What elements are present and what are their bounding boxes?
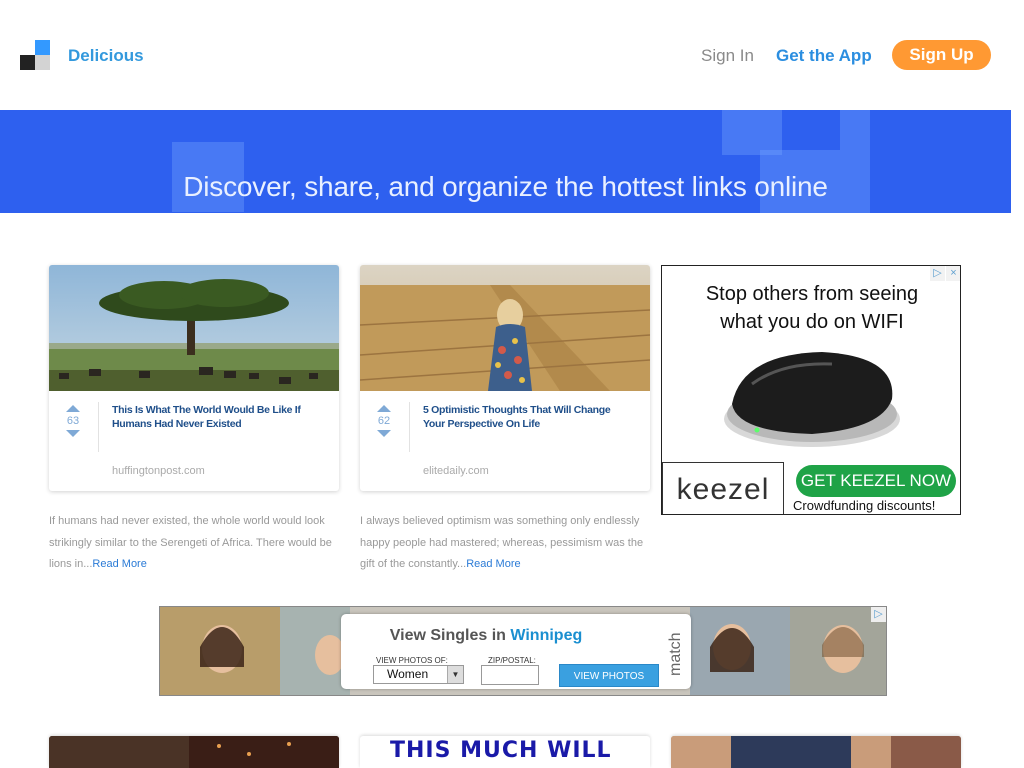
- get-the-app-link[interactable]: Get the App: [776, 46, 872, 66]
- logo-square-black: [20, 55, 35, 70]
- match-city: Winnipeg: [510, 627, 583, 644]
- hero-decor-block: [840, 110, 870, 150]
- card-title-link[interactable]: 5 Optimistic Thoughts That Will Change Y…: [423, 403, 633, 431]
- card-description: If humans had never existed, the whole w…: [49, 511, 344, 576]
- downvote-icon[interactable]: [66, 430, 80, 437]
- upvote-icon[interactable]: [66, 405, 80, 412]
- divider: [98, 402, 99, 452]
- get-keezel-button[interactable]: GET KEEZEL NOW: [796, 465, 956, 497]
- card-domain-link[interactable]: huffingtonpost.com: [112, 465, 205, 477]
- vote-count: 63: [66, 415, 80, 427]
- page: Delicious Sign In Get the App Sign Up Di…: [0, 0, 1024, 768]
- card-title-link[interactable]: This Is What The World Would Be Like If …: [112, 403, 322, 431]
- match-logo: match: [667, 632, 684, 676]
- brand-name-link[interactable]: Delicious: [68, 46, 144, 66]
- ad-headline-line: Stop others from seeing: [705, 283, 919, 305]
- photos-of-label: VIEW PHOTOS OF:: [376, 656, 448, 665]
- upvote-icon[interactable]: [377, 405, 391, 412]
- hero-decor-block: [722, 110, 782, 155]
- adchoices-icon[interactable]: ▷: [930, 266, 945, 281]
- divider: [409, 402, 410, 452]
- teaser-image: [49, 736, 339, 768]
- next-card-teaser[interactable]: THIS MUCH WILL: [360, 736, 650, 768]
- teaser-image: [671, 736, 961, 768]
- link-card[interactable]: 62 5 Optimistic Thoughts That Will Chang…: [360, 265, 650, 491]
- zip-input[interactable]: [481, 665, 539, 685]
- zip-label: ZIP/POSTAL:: [488, 656, 536, 665]
- next-card-teaser[interactable]: [671, 736, 961, 768]
- logo-square-blue: [35, 40, 50, 55]
- card-image-serengeti[interactable]: [49, 265, 339, 391]
- match-title-prefix: View Singles in: [389, 627, 511, 644]
- close-ad-icon[interactable]: ×: [946, 266, 960, 281]
- hero-tagline: Discover, share, and organize the hottes…: [183, 171, 828, 202]
- top-header: Delicious Sign In Get the App Sign Up: [0, 0, 1011, 110]
- card-description: I always believed optimism was something…: [360, 511, 655, 576]
- read-more-link[interactable]: Read More: [92, 558, 146, 570]
- downvote-icon[interactable]: [377, 430, 391, 437]
- next-card-teaser[interactable]: [49, 736, 339, 768]
- view-photos-button[interactable]: VIEW PHOTOS: [559, 664, 659, 687]
- ad-subtext: Crowdfunding discounts!: [793, 498, 936, 513]
- keezel-ad[interactable]: ▷ × Stop others from seeing what you do …: [661, 265, 961, 515]
- ad-headline-line: what you do on WIFI: [720, 311, 904, 333]
- dropdown-arrow-icon: ▼: [447, 666, 463, 683]
- gender-select-value: Women: [387, 667, 429, 681]
- card-domain-link[interactable]: elitedaily.com: [423, 465, 489, 477]
- vote-widget: 62: [374, 405, 394, 437]
- delicious-logo-icon[interactable]: [20, 40, 50, 70]
- match-panel-title: View Singles in Winnipeg: [341, 627, 631, 645]
- card-image-woman-in-field[interactable]: [360, 265, 650, 391]
- read-more-link[interactable]: Read More: [466, 558, 520, 570]
- keezel-device-image: [724, 352, 900, 447]
- sign-up-button[interactable]: Sign Up: [892, 40, 991, 70]
- teaser-text: THIS MUCH WILL: [390, 738, 612, 763]
- gender-select[interactable]: Women ▼: [373, 665, 464, 684]
- vote-count: 62: [377, 415, 391, 427]
- logo-square-gray: [35, 55, 50, 70]
- ad-headline: Stop others from seeing what you do on W…: [662, 280, 960, 336]
- hero-banner: Discover, share, and organize the hottes…: [0, 110, 1011, 213]
- match-banner-ad[interactable]: ▷ View Singles in Winnipeg VIEW PHOTOS O…: [159, 606, 887, 696]
- sign-in-link[interactable]: Sign In: [701, 46, 754, 66]
- keezel-logo: keezel: [662, 462, 784, 514]
- match-search-panel: View Singles in Winnipeg VIEW PHOTOS OF:…: [341, 614, 691, 689]
- link-card[interactable]: 63 This Is What The World Would Be Like …: [49, 265, 339, 491]
- adchoices-icon[interactable]: ▷: [871, 607, 886, 622]
- vote-widget: 63: [63, 405, 83, 437]
